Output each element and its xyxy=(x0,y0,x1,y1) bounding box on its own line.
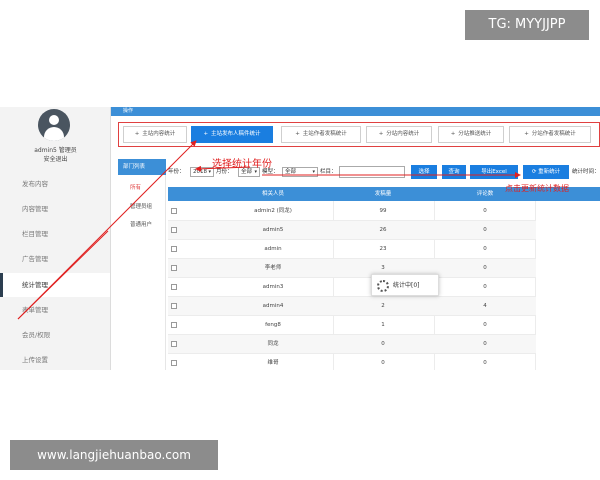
tg-watermark: TG: MYYJJPP xyxy=(465,10,589,40)
arrow-to-menu xyxy=(17,230,109,320)
app-window: admin5 管理员 安全退出 发布内容 内容管理 栏目管理 广告管理 统计管理… xyxy=(0,107,600,370)
annotation-arrows xyxy=(17,140,521,320)
annotation-update-data: 点击更新统计数据 xyxy=(505,184,569,193)
url-watermark: www.langjiehuanbao.com xyxy=(10,440,218,470)
annotation-select-year: 选择统计年份 xyxy=(212,159,272,170)
